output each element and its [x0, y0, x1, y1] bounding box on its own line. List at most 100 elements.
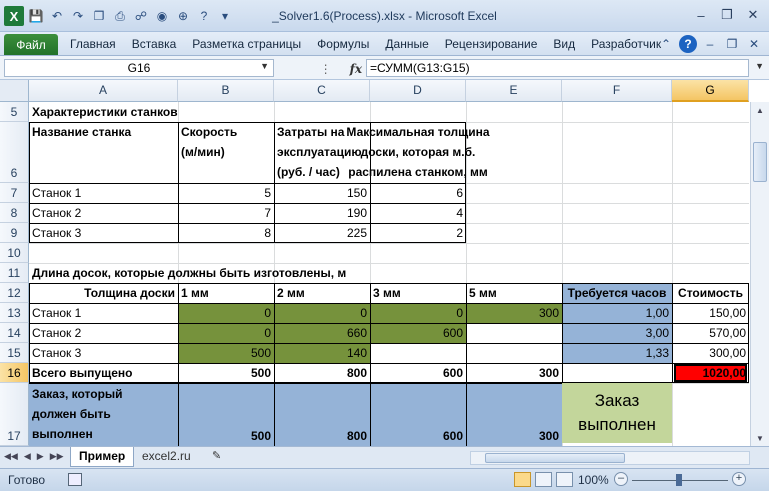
cell-c15[interactable]: 140	[274, 343, 370, 363]
row-header-16[interactable]: 16	[0, 363, 29, 383]
page-break-view-icon[interactable]	[556, 472, 573, 487]
cell-d7[interactable]: 6	[370, 183, 466, 203]
cell-g15[interactable]: 300,00	[672, 343, 749, 363]
scroll-up-icon[interactable]: ▲	[751, 102, 769, 118]
row-header-6[interactable]: 6	[0, 122, 29, 183]
cell-g12[interactable]: Стоимость	[672, 283, 749, 303]
tab-page-layout[interactable]: Разметка страницы	[184, 37, 309, 51]
select-all-corner[interactable]	[0, 80, 29, 102]
first-sheet-icon[interactable]: ◀◀	[4, 451, 18, 462]
column-header-d[interactable]: D	[370, 80, 466, 102]
expand-formula-icon[interactable]: ▼	[755, 61, 764, 71]
cell-a8[interactable]: Станок 2	[29, 203, 84, 223]
cell-c8[interactable]: 190	[274, 203, 370, 223]
column-header-f[interactable]: F	[562, 80, 672, 102]
vertical-scroll-thumb[interactable]	[753, 142, 767, 182]
page-layout-view-icon[interactable]	[535, 472, 552, 487]
tab-formulas[interactable]: Формулы	[309, 37, 377, 51]
row-header-12[interactable]: 12	[0, 283, 29, 303]
row-header-14[interactable]: 14	[0, 323, 29, 343]
scroll-down-icon[interactable]: ▼	[751, 430, 769, 446]
wb-restore-icon[interactable]: ❐	[723, 35, 741, 53]
help-icon[interactable]: ?	[679, 35, 697, 53]
cell-c13[interactable]: 0	[274, 303, 370, 323]
column-header-b[interactable]: B	[178, 80, 274, 102]
tab-insert[interactable]: Вставка	[124, 37, 185, 51]
row-header-17[interactable]: 17	[0, 383, 29, 446]
cell-b7[interactable]: 5	[178, 183, 274, 203]
cell-b16[interactable]: 500	[178, 363, 274, 383]
name-box[interactable]: G16 ▼	[4, 59, 274, 77]
cell-a15[interactable]: Станок 3	[29, 343, 84, 363]
macro-record-icon[interactable]	[68, 473, 82, 486]
cell-c16[interactable]: 800	[274, 363, 370, 383]
collapse-ribbon-icon[interactable]: ⌃	[657, 35, 675, 53]
cell-b17[interactable]: 500	[178, 383, 274, 443]
cell-e17[interactable]: 300	[466, 383, 562, 443]
cell-a6[interactable]: Название станка	[29, 122, 134, 142]
minimize-icon[interactable]: –	[689, 6, 713, 24]
row-header-9[interactable]: 9	[0, 223, 29, 243]
new-sheet-icon[interactable]: ✎	[204, 447, 229, 467]
cell-a11[interactable]: Длина досок, которые должны быть изготов…	[29, 263, 349, 283]
cell-d14[interactable]: 600	[370, 323, 466, 343]
column-header-c[interactable]: C	[274, 80, 370, 102]
cell-a9[interactable]: Станок 3	[29, 223, 84, 243]
close-icon[interactable]: ✕	[741, 6, 765, 24]
zoom-in-icon[interactable]: +	[732, 472, 746, 486]
wb-minimize-icon[interactable]: –	[701, 35, 719, 53]
cell-b15[interactable]: 500	[178, 343, 274, 363]
column-header-a[interactable]: A	[29, 80, 178, 102]
cell-e13[interactable]: 300	[466, 303, 562, 323]
vertical-scrollbar[interactable]: ▲ ▼	[750, 102, 769, 446]
next-sheet-icon[interactable]: ▶	[37, 451, 44, 462]
insert-function-icon[interactable]: fx	[350, 62, 362, 76]
cell-d8[interactable]: 4	[370, 203, 466, 223]
tab-home[interactable]: Главная	[62, 37, 124, 51]
sheet-tab-excel2[interactable]: excel2.ru	[134, 447, 199, 467]
cell-e12[interactable]: 5 мм	[466, 283, 500, 303]
cell-b9[interactable]: 8	[178, 223, 274, 243]
cell-b8[interactable]: 7	[178, 203, 274, 223]
cell-b14[interactable]: 0	[178, 323, 274, 343]
cell-c9[interactable]: 225	[274, 223, 370, 243]
row-header-5[interactable]: 5	[0, 102, 29, 122]
column-header-g[interactable]: G	[672, 80, 749, 102]
cell-b12[interactable]: 1 мм	[178, 283, 212, 303]
row-header-7[interactable]: 7	[0, 183, 29, 203]
tab-view[interactable]: Вид	[545, 37, 583, 51]
horizontal-scrollbar[interactable]	[470, 451, 750, 465]
cell-g16[interactable]: 1020,00	[672, 363, 749, 383]
cell-f14[interactable]: 3,00	[562, 323, 672, 343]
worksheet-grid[interactable]: A B C D E F G 5 6 7 8 9 10 11 12 13 14 1…	[0, 80, 769, 446]
cell-e16[interactable]: 300	[466, 363, 562, 383]
cell-d17[interactable]: 600	[370, 383, 466, 443]
name-box-dropdown-icon[interactable]: ▼	[260, 61, 269, 71]
cell-c12[interactable]: 2 мм	[274, 283, 308, 303]
last-sheet-icon[interactable]: ▶▶	[50, 451, 64, 462]
row-header-10[interactable]: 10	[0, 243, 29, 263]
cell-a14[interactable]: Станок 2	[29, 323, 84, 343]
zoom-out-icon[interactable]: –	[614, 472, 628, 486]
row-header-8[interactable]: 8	[0, 203, 29, 223]
cell-d12[interactable]: 3 мм	[370, 283, 404, 303]
tab-review[interactable]: Рецензирование	[437, 37, 546, 51]
cell-a12[interactable]: Толщина доски	[29, 283, 178, 303]
order-status-cell[interactable]: Заказ выполнен	[562, 383, 672, 443]
cell-a5[interactable]: Характеристики станков	[29, 102, 181, 122]
row-header-13[interactable]: 13	[0, 303, 29, 323]
cell-c17[interactable]: 800	[274, 383, 370, 443]
cell-f15[interactable]: 1,33	[562, 343, 672, 363]
tab-data[interactable]: Данные	[377, 37, 436, 51]
sheet-tab-active[interactable]: Пример	[70, 447, 135, 467]
zoom-slider-thumb[interactable]	[676, 474, 682, 486]
file-tab[interactable]: Файл	[4, 34, 58, 55]
cell-a16[interactable]: Всего выпущено	[29, 363, 135, 383]
cell-d13[interactable]: 0	[370, 303, 466, 323]
formula-input[interactable]: =СУММ(G13:G15)	[366, 59, 749, 77]
zoom-level[interactable]: 100%	[578, 473, 609, 487]
cell-g13[interactable]: 150,00	[672, 303, 749, 323]
restore-icon[interactable]: ❐	[715, 6, 739, 24]
cell-f13[interactable]: 1,00	[562, 303, 672, 323]
prev-sheet-icon[interactable]: ◀	[24, 451, 31, 462]
